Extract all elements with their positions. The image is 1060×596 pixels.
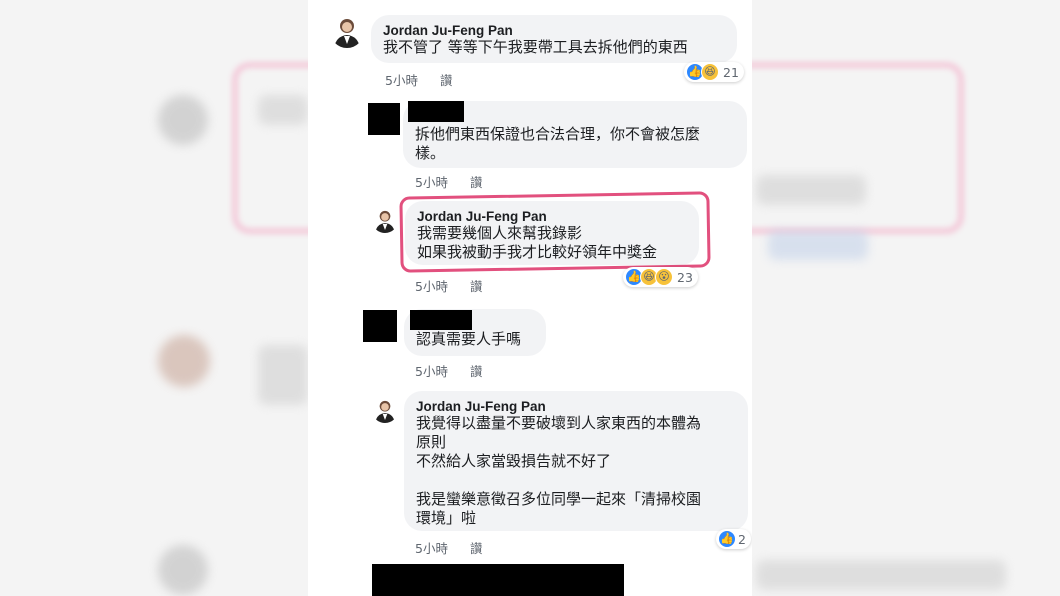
comment-timestamp[interactable]: 5小時 [415, 279, 448, 294]
haha-icon: 😆 [701, 63, 719, 81]
like-link[interactable]: 讚 [470, 364, 483, 379]
background-text-blur [258, 95, 308, 125]
avatar[interactable] [372, 207, 398, 233]
avatar[interactable] [330, 14, 364, 48]
background-text-blur [756, 560, 1006, 590]
like-link[interactable]: 讚 [440, 73, 453, 88]
background-avatar-blur [158, 545, 208, 595]
comment-meta: 5小時 讚 [385, 70, 470, 89]
redacted-avatar [363, 310, 397, 342]
highlight-box [399, 191, 711, 273]
redacted-content [372, 564, 624, 596]
like-link[interactable]: 讚 [470, 279, 483, 294]
redacted-author [408, 101, 464, 122]
redacted-author [410, 310, 472, 330]
comment-timestamp[interactable]: 5小時 [385, 73, 418, 88]
background-avatar-blur [158, 335, 210, 387]
comment-text: 拆他們東西保證也合法合理，你不會被怎麼 樣。 [415, 125, 701, 162]
avatar[interactable] [372, 397, 398, 423]
comment-meta: 5小時 讚 [415, 172, 500, 191]
comment-bubble: Jordan Ju-Feng Pan 我不管了 等等下午我要帶工具去拆他們的東西 [371, 15, 737, 63]
like-link[interactable]: 讚 [470, 175, 483, 190]
reaction-count: 2 [738, 531, 746, 547]
redacted-avatar [368, 103, 400, 135]
reaction-count: 21 [723, 64, 739, 80]
comment-text: 我不管了 等等下午我要帶工具去拆他們的東西 [383, 38, 688, 56]
comment-meta: 5小時 讚 [415, 538, 500, 557]
like-icon: 👍 [718, 530, 736, 548]
comment-text: 認真需要人手嗎 [416, 330, 522, 348]
comment-bubble: Jordan Ju-Feng Pan 我覺得以盡量不要破壞到人家東西的本體為 原… [404, 391, 748, 531]
comment-meta: 5小時 讚 [415, 361, 500, 380]
comment-text: 我覺得以盡量不要破壞到人家東西的本體為 原則 不然給人家當毀損告就不好了 我是蠻… [416, 414, 702, 527]
background-text-blur [258, 345, 308, 405]
reaction-summary[interactable]: 👍 😆 21 [684, 62, 744, 82]
comment-thread: Jordan Ju-Feng Pan 我不管了 等等下午我要帶工具去拆他們的東西… [308, 0, 752, 596]
wow-icon: 😮 [655, 268, 673, 286]
background-text-blur [756, 175, 866, 205]
comment-timestamp[interactable]: 5小時 [415, 175, 448, 190]
reaction-count: 23 [677, 269, 693, 285]
comment-timestamp[interactable]: 5小時 [415, 541, 448, 556]
comment-author[interactable]: Jordan Ju-Feng Pan [416, 399, 736, 414]
comment-timestamp[interactable]: 5小時 [415, 364, 448, 379]
background-avatar-blur [158, 95, 208, 145]
comment-author[interactable]: Jordan Ju-Feng Pan [383, 23, 725, 38]
reaction-summary[interactable]: 👍 😆 😮 23 [623, 267, 698, 287]
background-text-blur [768, 230, 868, 260]
comment-meta: 5小時 讚 [415, 276, 500, 295]
reaction-summary[interactable]: 👍 2 [716, 529, 751, 549]
like-link[interactable]: 讚 [470, 541, 483, 556]
